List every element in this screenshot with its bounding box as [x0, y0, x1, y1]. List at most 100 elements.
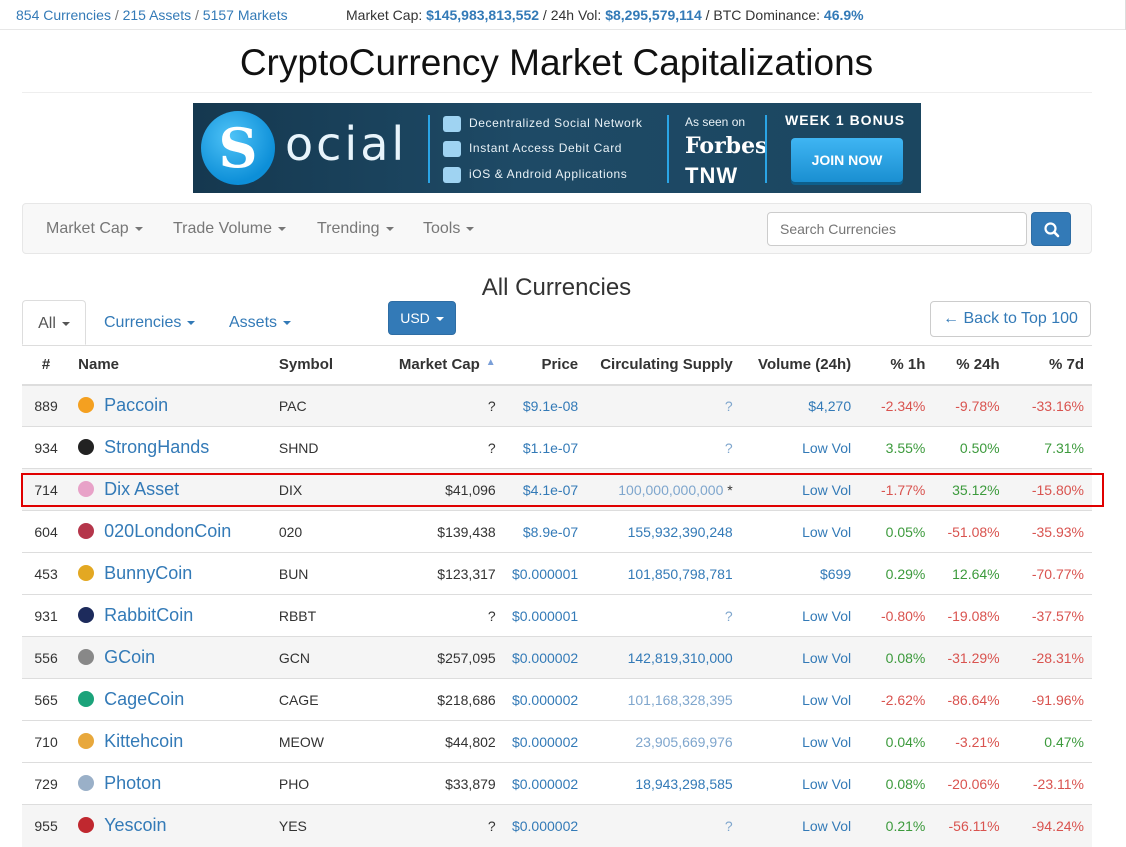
symbol-cell: MEOW — [270, 720, 364, 763]
market-cap-cell: ? — [363, 426, 504, 469]
coin-logo-icon — [78, 775, 95, 791]
col-market-cap-header[interactable]: Market Cap ▲ — [363, 345, 504, 386]
volume-link[interactable]: $699 — [820, 566, 851, 582]
supply-link[interactable]: ? — [725, 440, 733, 456]
currency-name-link[interactable]: Photon — [104, 773, 161, 793]
price-link[interactable]: $0.000001 — [512, 566, 578, 582]
coin-logo-icon — [78, 649, 95, 665]
volume-cell: Low Vol — [740, 720, 860, 763]
volume-link[interactable]: Low Vol — [802, 692, 851, 708]
supply-link[interactable]: 101,850,798,781 — [628, 566, 733, 582]
nav-trending-dropdown[interactable]: Trending — [317, 220, 394, 238]
join-now-button[interactable]: JOIN NOW — [791, 138, 903, 182]
supply-link[interactable]: 100,000,000,000 — [618, 482, 723, 498]
currency-name-link[interactable]: Paccoin — [104, 395, 168, 415]
rank-cell: 556 — [22, 636, 71, 679]
currency-name-link[interactable]: 020LondonCoin — [104, 521, 231, 541]
currency-name-link[interactable]: Yescoin — [104, 815, 166, 835]
markets-count-link[interactable]: 5157 Markets — [203, 7, 288, 23]
col-volume-header[interactable]: Volume (24h) — [740, 345, 860, 386]
volume-cell: Low Vol — [740, 678, 860, 721]
volume-link[interactable]: $4,270 — [808, 398, 851, 414]
volume-link[interactable]: Low Vol — [802, 818, 851, 834]
rank-cell: 710 — [22, 720, 71, 763]
col-7d-header[interactable]: % 7d — [1007, 345, 1092, 386]
col-price-header[interactable]: Price — [503, 345, 587, 386]
symbol-cell: GCN — [270, 636, 364, 679]
supply-link[interactable]: 142,819,310,000 — [628, 650, 733, 666]
volume-link[interactable]: Low Vol — [802, 482, 851, 498]
currency-name-link[interactable]: RabbitCoin — [104, 605, 193, 625]
supply-link[interactable]: 101,168,328,395 — [628, 692, 733, 708]
volume-cell: Low Vol — [740, 510, 860, 553]
banner-feature-text: Decentralized Social Network — [469, 116, 643, 131]
table-row: 604 020LondonCoin 020 $139,438 $8.9e-07 155,9… — [22, 510, 1092, 553]
tab-currencies[interactable]: Currencies — [104, 300, 196, 345]
currency-name-link[interactable]: CageCoin — [104, 689, 184, 709]
col-rank-header[interactable]: # — [22, 345, 71, 386]
rank-cell: 931 — [22, 594, 71, 637]
col-label: Market Cap — [398, 356, 480, 374]
currency-name-link[interactable]: GCoin — [104, 647, 155, 667]
change-1h-cell: 0.05% — [859, 510, 934, 553]
change-7d-cell: -28.31% — [1007, 636, 1092, 679]
tab-assets[interactable]: Assets — [229, 300, 292, 345]
price-link[interactable]: $9.1e-08 — [523, 398, 578, 414]
price-link[interactable]: $0.000002 — [512, 818, 578, 834]
price-link[interactable]: $0.000002 — [512, 776, 578, 792]
name-cell: Yescoin — [70, 804, 271, 847]
symbol-cell: RBBT — [270, 594, 364, 637]
supply-link[interactable]: ? — [725, 818, 733, 834]
assets-count-link[interactable]: 215 Assets — [123, 7, 192, 23]
volume-link[interactable]: Low Vol — [802, 440, 851, 456]
change-7d-cell: -33.16% — [1007, 384, 1092, 427]
col-supply-header[interactable]: Circulating Supply — [586, 345, 741, 386]
global-counts: 854 Currencies / 215 Assets / 5157 Marke… — [16, 7, 288, 23]
symbol-cell: YES — [270, 804, 364, 847]
supply-link[interactable]: ? — [725, 398, 733, 414]
currency-name-link[interactable]: Kittehcoin — [104, 731, 183, 751]
caret-down-icon — [187, 320, 196, 325]
advertisement-banner[interactable]: S ocial Decentralized Social Network Ins… — [193, 103, 921, 193]
price-link[interactable]: $0.000001 — [512, 608, 578, 624]
price-link[interactable]: $0.000002 — [512, 650, 578, 666]
price-link[interactable]: $0.000002 — [512, 692, 578, 708]
volume-link[interactable]: Low Vol — [802, 776, 851, 792]
back-to-top-100-button[interactable]: ← Back to Top 100 — [930, 301, 1091, 337]
volume-link[interactable]: Low Vol — [802, 650, 851, 666]
price-link[interactable]: $4.1e-07 — [523, 482, 578, 498]
volume-label: / 24h Vol: — [542, 7, 602, 23]
currency-select-button[interactable]: USD — [388, 301, 456, 335]
search-input[interactable] — [767, 212, 1027, 246]
supply-link[interactable]: 23,905,669,976 — [635, 734, 732, 750]
supply-link[interactable]: ? — [725, 608, 733, 624]
supply-link[interactable]: 18,943,298,585 — [635, 776, 732, 792]
volume-link[interactable]: Low Vol — [802, 524, 851, 540]
coin-logo-icon — [78, 481, 95, 497]
tab-all[interactable]: All — [22, 300, 86, 345]
search-button[interactable] — [1031, 212, 1071, 246]
supply-link[interactable]: 155,932,390,248 — [628, 524, 733, 540]
name-cell: CageCoin — [70, 678, 271, 721]
currency-name-link[interactable]: StrongHands — [104, 437, 209, 457]
volume-link[interactable]: Low Vol — [802, 734, 851, 750]
price-link[interactable]: $0.000002 — [512, 734, 578, 750]
supply-cell: 23,905,669,976 — [586, 720, 741, 763]
price-link[interactable]: $1.1e-07 — [523, 440, 578, 456]
change-7d-cell: 0.47% — [1007, 720, 1092, 763]
nav-tools-dropdown[interactable]: Tools — [423, 220, 475, 238]
currency-name-link[interactable]: BunnyCoin — [104, 563, 192, 583]
nav-trade-volume-dropdown[interactable]: Trade Volume — [173, 220, 287, 238]
nav-market-cap-dropdown[interactable]: Market Cap — [46, 220, 143, 238]
currencies-count-link[interactable]: 854 Currencies — [16, 7, 111, 23]
col-symbol-header[interactable]: Symbol — [270, 345, 364, 386]
col-24h-header[interactable]: % 24h — [933, 345, 1008, 386]
volume-cell: Low Vol — [740, 762, 860, 805]
volume-link[interactable]: Low Vol — [802, 608, 851, 624]
price-link[interactable]: $8.9e-07 — [523, 524, 578, 540]
col-1h-header[interactable]: % 1h — [859, 345, 934, 386]
price-cell: $0.000002 — [503, 720, 587, 763]
currency-name-link[interactable]: Dix Asset — [104, 479, 179, 499]
coin-logo-icon — [78, 607, 95, 623]
col-name-header[interactable]: Name — [70, 345, 271, 386]
